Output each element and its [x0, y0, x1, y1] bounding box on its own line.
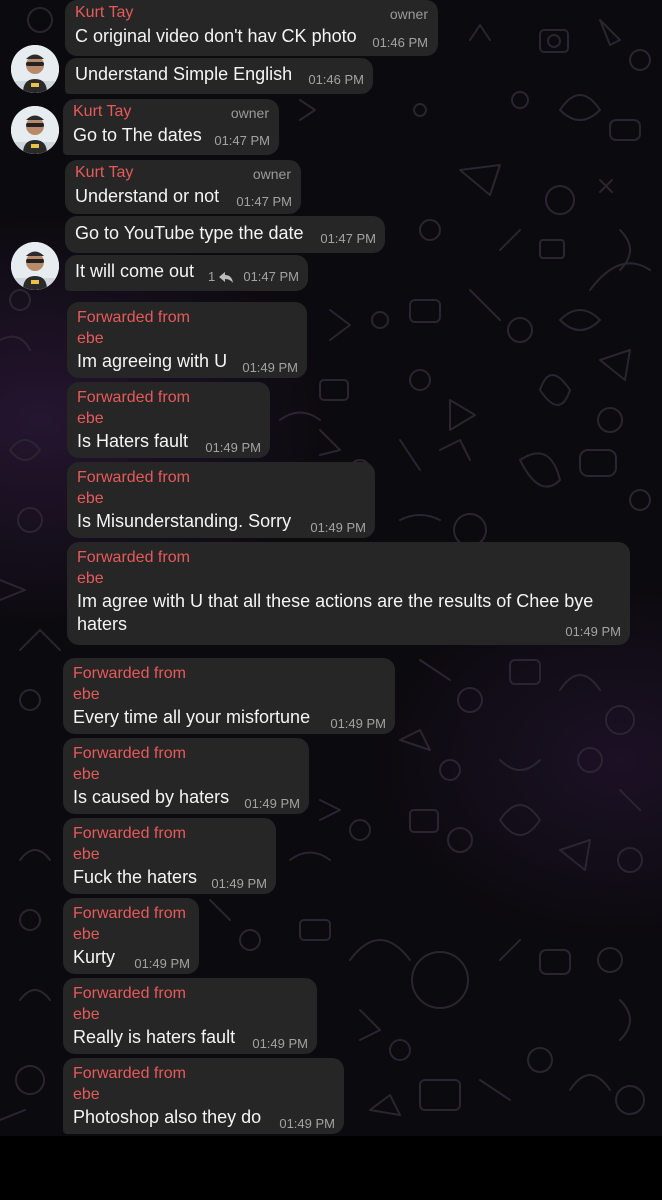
message-text: Is Misunderstanding. Sorry: [77, 511, 292, 531]
forwarded-label: Forwarded from: [77, 469, 190, 486]
message-text: Really is haters fault: [73, 1027, 236, 1047]
message-text: Im agree with U that all these actions a…: [77, 591, 594, 634]
message-time: 01:49 PM: [310, 520, 366, 535]
message-bubble[interactable]: Forwarded from ebe Photoshop also they d…: [63, 1058, 344, 1134]
forwarded-label: Forwarded from: [73, 1065, 186, 1082]
forwarded-label: Forwarded from: [73, 745, 186, 762]
forwarded-source[interactable]: ebe: [73, 844, 100, 865]
role-badge: owner: [389, 6, 428, 22]
message-bubble[interactable]: Kurt Tay owner C original video don't ha…: [65, 0, 438, 56]
message-bubble[interactable]: It will come out 1 01:47 PM: [65, 255, 308, 291]
forwarded-label: Forwarded from: [77, 309, 190, 326]
forwarded-source[interactable]: ebe: [73, 1084, 100, 1105]
message-time: 01:49 PM: [205, 440, 261, 455]
forwarded-source[interactable]: ebe: [73, 764, 100, 785]
forwarded-source[interactable]: ebe: [73, 1004, 100, 1025]
message-text: Kurty: [73, 947, 116, 967]
message-time: 01:49 PM: [134, 956, 190, 971]
avatar[interactable]: [11, 45, 59, 93]
message-time: 01:49 PM: [330, 716, 386, 731]
message-time: 01:47 PM: [320, 231, 376, 246]
forwarded-label: Forwarded from: [77, 549, 190, 566]
sender-name[interactable]: Kurt Tay: [75, 4, 133, 22]
message-bubble[interactable]: Forwarded from ebe Is caused by haters 0…: [63, 738, 309, 814]
forwarded-source[interactable]: ebe: [73, 684, 100, 705]
message-bubble[interactable]: Forwarded from ebe Is Misunderstanding. …: [67, 462, 375, 538]
forwarded-source[interactable]: ebe: [77, 488, 104, 509]
message-text: Go to The dates: [73, 125, 202, 145]
avatar[interactable]: [11, 242, 59, 290]
message-time: 01:47 PM: [243, 269, 299, 284]
message-text: Photoshop also they do: [73, 1107, 262, 1127]
message-bubble[interactable]: Kurt Tay owner Understand or not 01:47 P…: [65, 160, 301, 214]
message-bubble[interactable]: Understand Simple English 01:46 PM: [65, 58, 373, 94]
forwarded-source[interactable]: ebe: [73, 924, 100, 945]
message-time: 01:46 PM: [308, 72, 364, 87]
chat-area[interactable]: Kurt Tay owner C original video don't ha…: [0, 0, 662, 1136]
forwarded-source[interactable]: ebe: [77, 408, 104, 429]
role-badge: owner: [230, 105, 269, 121]
forwarded-label: Forwarded from: [73, 905, 186, 922]
message-text: Im agreeing with U: [77, 351, 228, 371]
message-text: C original video don't hav CK photo: [75, 26, 357, 46]
sender-name[interactable]: Kurt Tay: [73, 103, 131, 121]
message-bubble[interactable]: Forwarded from ebe Im agree with U that …: [67, 542, 630, 645]
message-text: Fuck the haters: [73, 867, 198, 887]
message-time: 01:47 PM: [236, 194, 292, 209]
message-time: 01:49 PM: [211, 876, 267, 891]
message-text: Understand Simple English: [75, 64, 293, 84]
message-text: Every time all your misfortune: [73, 707, 311, 727]
message-text: Go to YouTube type the date: [75, 223, 304, 243]
message-text: Understand or not: [75, 186, 220, 206]
forwarded-label: Forwarded from: [73, 665, 186, 682]
forwarded-label: Forwarded from: [73, 825, 186, 842]
message-bubble[interactable]: Go to YouTube type the date 01:47 PM: [65, 216, 385, 253]
reply-count[interactable]: 1: [208, 269, 215, 284]
message-bubble[interactable]: Forwarded from ebe Fuck the haters 01:49…: [63, 818, 276, 894]
message-bubble[interactable]: Forwarded from ebe Really is haters faul…: [63, 978, 317, 1054]
message-time: 01:49 PM: [252, 1036, 308, 1051]
message-time: 01:49 PM: [242, 360, 298, 375]
message-time: 01:49 PM: [279, 1116, 335, 1131]
forwarded-source[interactable]: ebe: [77, 568, 104, 589]
message-time: 01:49 PM: [565, 624, 621, 639]
message-bubble[interactable]: Kurt Tay owner Go to The dates 01:47 PM: [63, 99, 279, 155]
message-time: 01:47 PM: [214, 133, 270, 148]
reply-arrow-icon[interactable]: [218, 268, 234, 286]
message-bubble[interactable]: Forwarded from ebe Every time all your m…: [63, 658, 395, 734]
sender-name[interactable]: Kurt Tay: [75, 164, 133, 182]
forwarded-source[interactable]: ebe: [77, 328, 104, 349]
message-text: Is Haters fault: [77, 431, 189, 451]
forwarded-label: Forwarded from: [77, 389, 190, 406]
avatar[interactable]: [11, 106, 59, 154]
message-text: It will come out: [75, 261, 195, 281]
message-time: 01:46 PM: [372, 35, 428, 50]
message-text: Is caused by haters: [73, 787, 230, 807]
message-bubble[interactable]: Forwarded from ebe Kurty 01:49 PM: [63, 898, 199, 974]
message-time: 01:49 PM: [244, 796, 300, 811]
message-bubble[interactable]: Forwarded from ebe Is Haters fault 01:49…: [67, 382, 270, 458]
message-bubble[interactable]: Forwarded from ebe Im agreeing with U 01…: [67, 302, 307, 378]
forwarded-label: Forwarded from: [73, 985, 186, 1002]
role-badge: owner: [252, 166, 291, 182]
bottom-blank-area: [0, 1136, 662, 1200]
